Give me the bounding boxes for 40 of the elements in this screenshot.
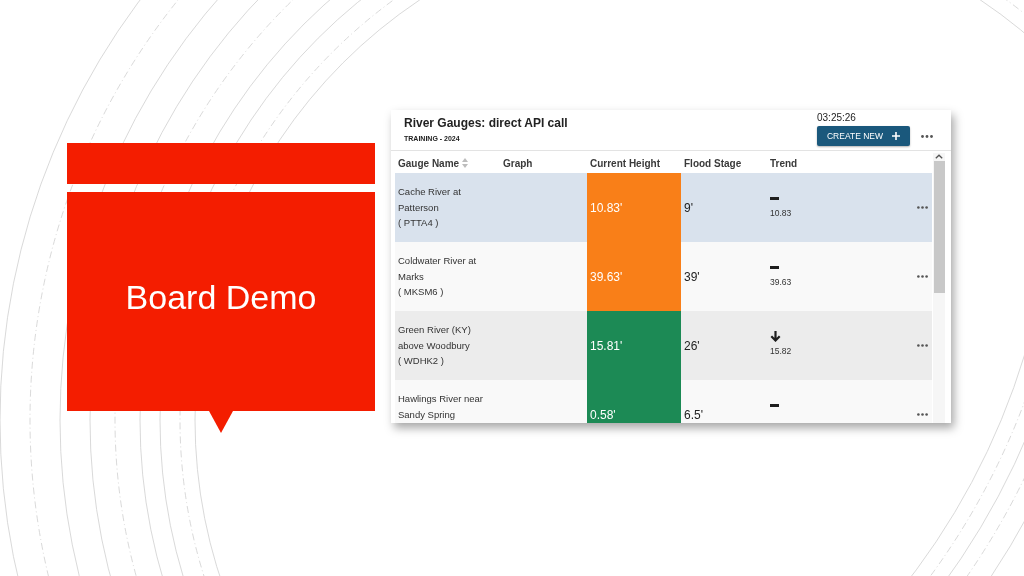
trend-reading: 39.63 bbox=[770, 277, 792, 287]
column-header: Trend bbox=[770, 157, 798, 169]
gauge-code: ( PTTA4 ) bbox=[398, 216, 439, 230]
column-header: Graph bbox=[503, 157, 533, 169]
trend-reading: 15.82 bbox=[770, 346, 792, 356]
scrollbar-thumb[interactable] bbox=[933, 161, 945, 293]
table-row[interactable]: Hawlings River near Sandy Spring 0.58' 6.5' bbox=[395, 380, 932, 423]
current-height-cell: 15.81' bbox=[587, 311, 681, 380]
more-icon[interactable] bbox=[917, 413, 928, 416]
column-header: Flood Stage bbox=[684, 157, 742, 169]
flood-stage: 26' bbox=[684, 338, 700, 353]
plus-icon bbox=[892, 132, 900, 140]
gauge-code: ( MKSM6 ) bbox=[398, 285, 444, 299]
app-title: River Gauges: direct API call bbox=[404, 116, 568, 131]
current-height-cell: 0.58' bbox=[587, 380, 681, 423]
clock-time: 03:25:26 bbox=[817, 112, 856, 124]
gauge-code: ( WDHK2 ) bbox=[398, 354, 444, 368]
gauge-name: Coldwater River at Marks bbox=[398, 254, 478, 284]
more-icon[interactable] bbox=[921, 135, 933, 138]
current-height-cell: 10.83' bbox=[587, 173, 681, 242]
gauge-name: Hawlings River near Sandy Spring bbox=[398, 392, 484, 422]
more-icon[interactable] bbox=[917, 344, 928, 347]
more-icon[interactable] bbox=[917, 275, 928, 278]
table-row[interactable]: Green River (KY) above Woodbury ( WDHK2 ) 15.81' 26' 15.82 bbox=[395, 311, 932, 380]
flood-stage: 6.5' bbox=[684, 407, 703, 422]
gauge-name: Green River (KY) above Woodbury bbox=[398, 323, 472, 353]
scrollbar[interactable] bbox=[933, 153, 945, 423]
trend-reading: 10.83 bbox=[770, 208, 792, 218]
slide-title: Board Demo bbox=[125, 278, 317, 317]
gauge-name: Cache River at Patterson bbox=[398, 185, 462, 215]
more-icon[interactable] bbox=[917, 206, 928, 209]
current-height-cell: 39.63' bbox=[587, 242, 681, 311]
column-header: Current Height bbox=[590, 157, 660, 169]
create-new-button[interactable]: CREATE NEW bbox=[817, 126, 910, 146]
table-row[interactable]: Coldwater River at Marks ( MKSM6 ) 39.63' 39' 39.63 bbox=[395, 242, 932, 311]
flood-stage: 39' bbox=[684, 269, 700, 284]
flood-stage: 9' bbox=[684, 200, 693, 215]
column-header[interactable]: Gauge Name bbox=[398, 157, 460, 169]
caret-up-icon[interactable] bbox=[935, 154, 943, 159]
table-row[interactable]: Cache River at Patterson ( PTTA4 ) 10.83' 9' 10.83 bbox=[395, 173, 932, 242]
